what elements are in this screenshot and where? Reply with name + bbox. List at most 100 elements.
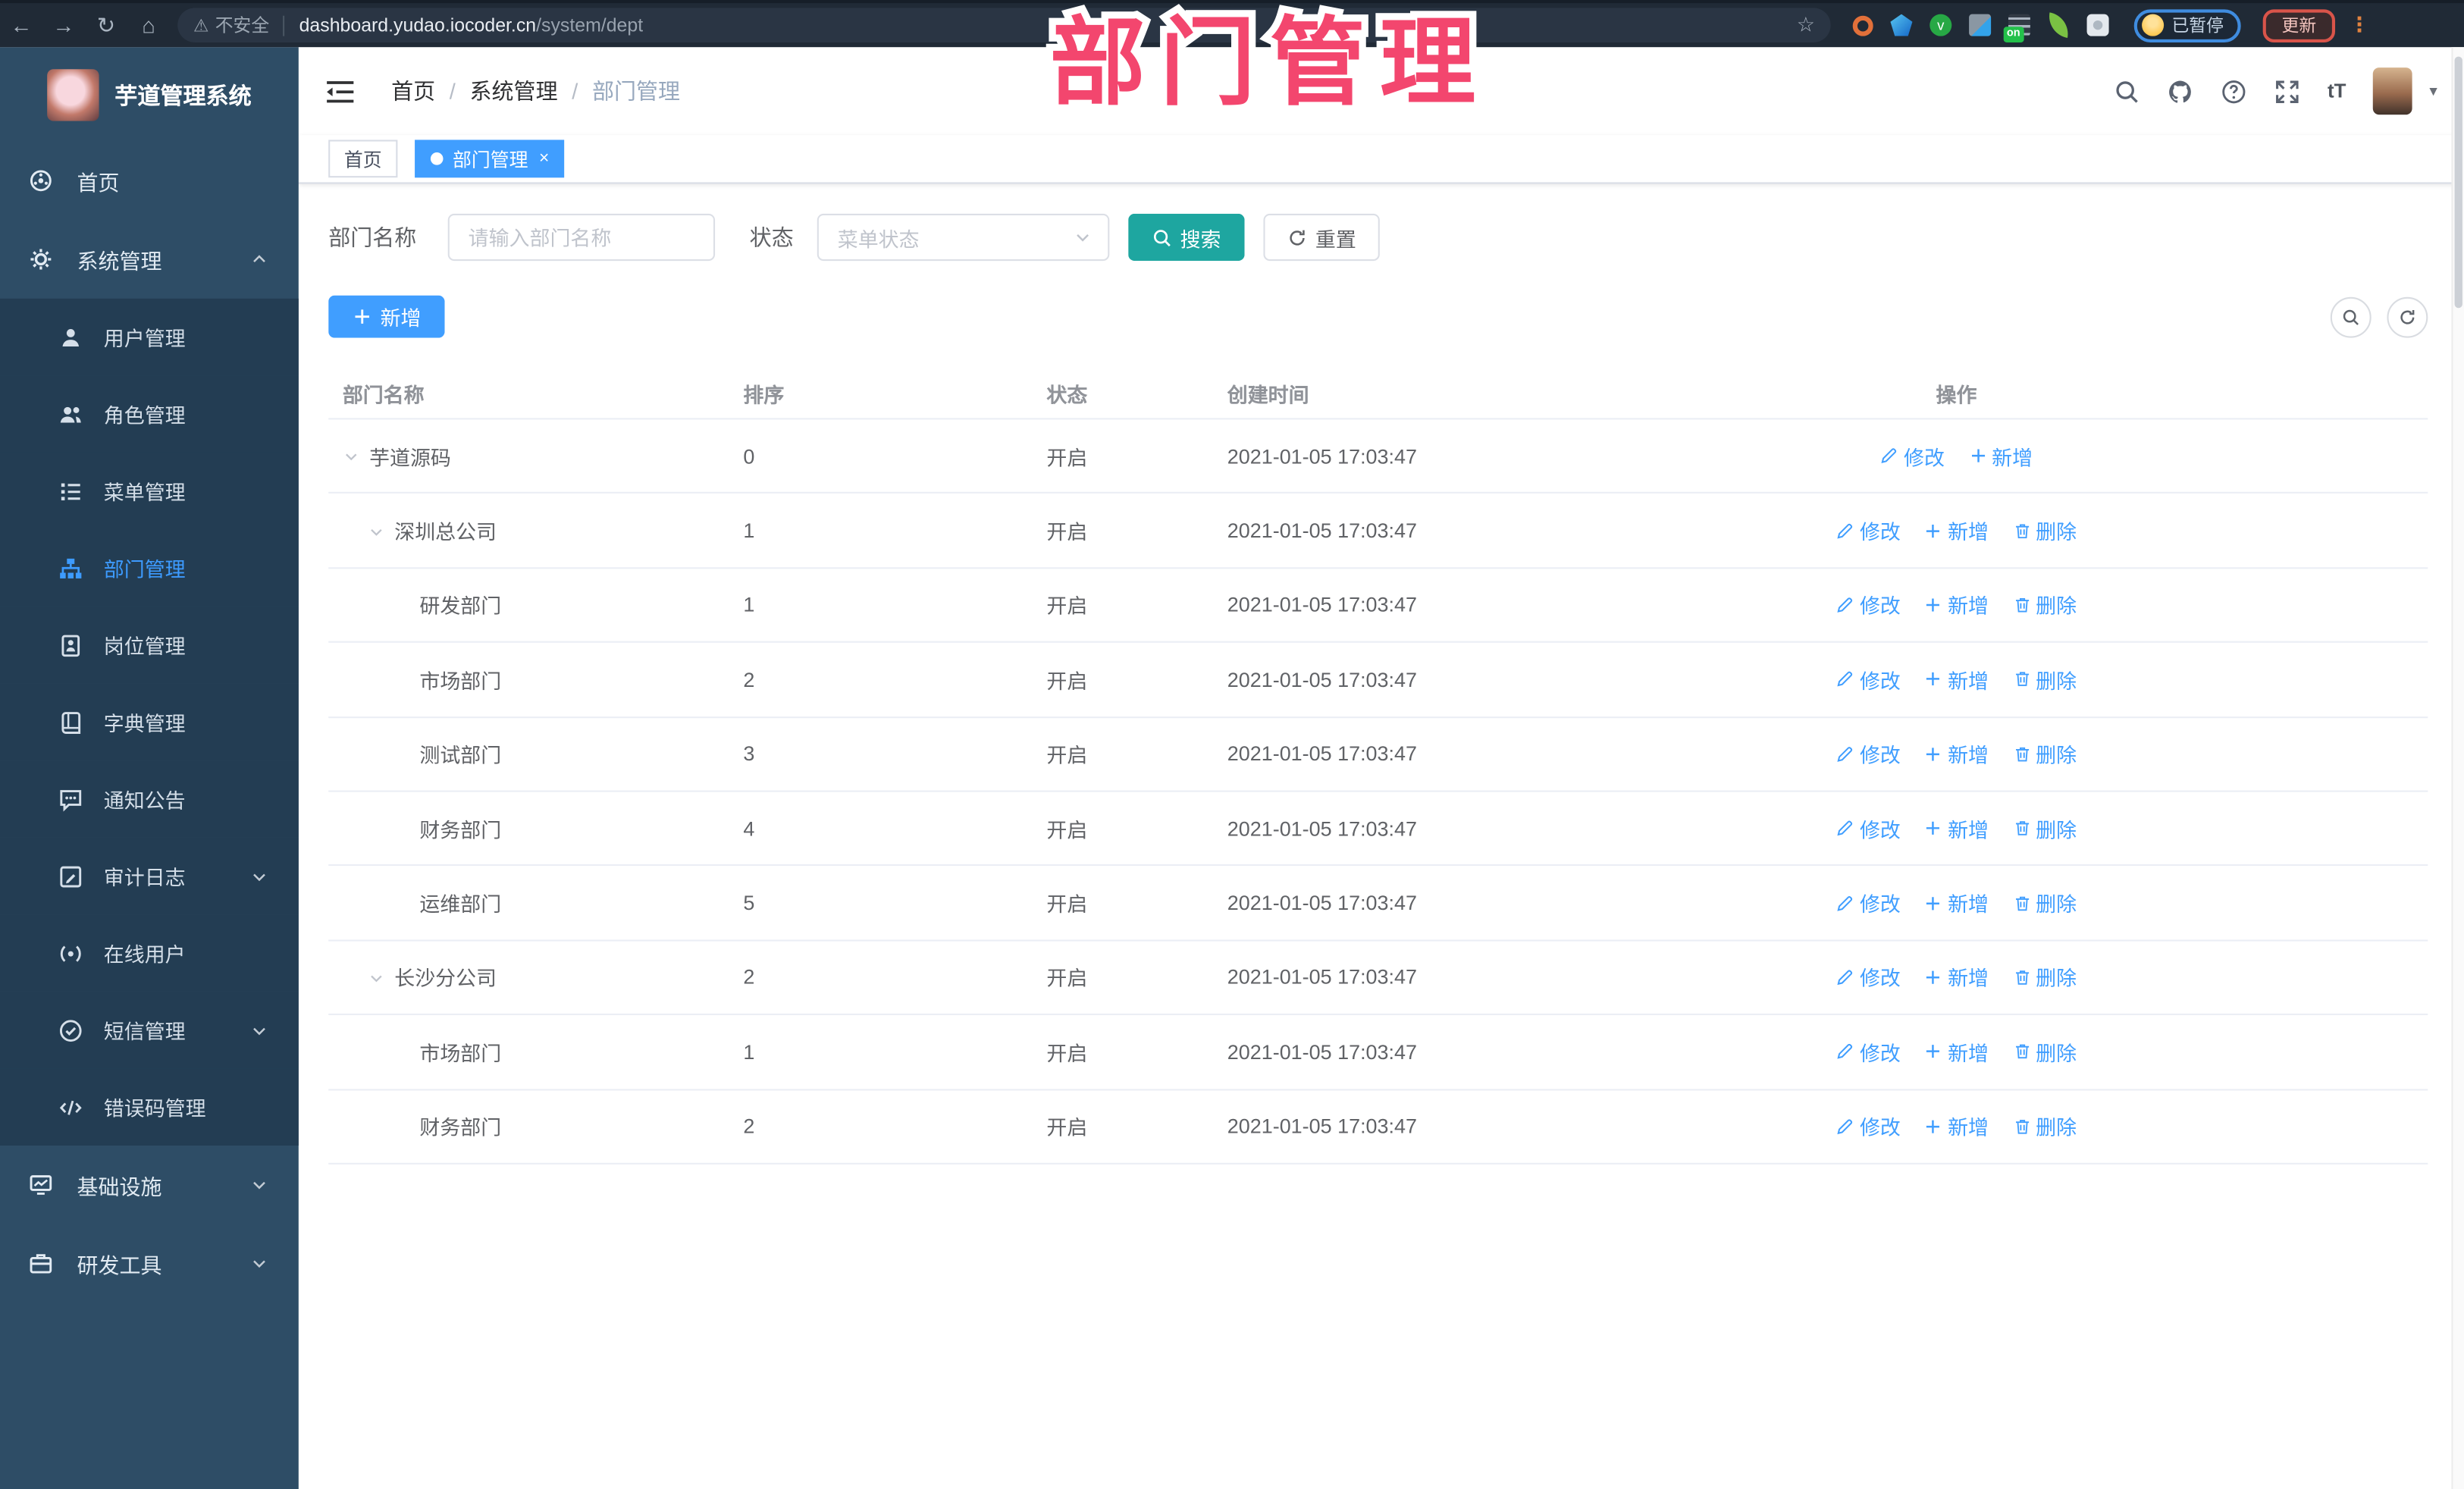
help-icon[interactable]	[2221, 78, 2247, 105]
sidebar-item-infra[interactable]: 基础设施	[0, 1146, 299, 1224]
sidebar-item-dict[interactable]: 字典管理	[0, 683, 299, 761]
trash-icon	[2012, 744, 2031, 763]
sidebar-item-sms[interactable]: 短信管理	[0, 991, 299, 1069]
edit-action-link[interactable]: 修改	[1836, 813, 1901, 843]
sidebar-item-dept[interactable]: 部门管理	[0, 529, 299, 607]
expand-caret-icon[interactable]	[368, 968, 394, 987]
expand-caret-icon[interactable]	[368, 521, 394, 540]
add-action-link[interactable]: 新增	[1924, 590, 1989, 619]
delete-action-link[interactable]: 删除	[2012, 516, 2077, 545]
close-icon[interactable]: ×	[539, 149, 549, 168]
add-action-link[interactable]: 新增	[1924, 664, 1989, 694]
edit-action-link[interactable]: 修改	[1836, 664, 1901, 694]
sidebar-item-audit[interactable]: 审计日志	[0, 837, 299, 915]
delete-action-link[interactable]: 删除	[2012, 664, 2077, 694]
add-button[interactable]: 新增	[328, 295, 445, 338]
edit-action-link[interactable]: 修改	[1880, 441, 1945, 471]
forward-icon[interactable]: →	[42, 13, 85, 38]
edit-action-link[interactable]: 修改	[1836, 1037, 1901, 1067]
dept-name-input[interactable]	[447, 213, 716, 262]
action-label: 修改	[1859, 892, 1901, 917]
browser-menu-icon[interactable]: ⋮	[2350, 13, 2370, 38]
hamburger-icon[interactable]	[325, 80, 355, 103]
table-toolbar: 新增	[328, 295, 2428, 338]
add-action-link[interactable]: 新增	[1924, 888, 1989, 917]
sidebar-item-tools[interactable]: 研发工具	[0, 1224, 299, 1303]
sidebar-item-post[interactable]: 岗位管理	[0, 607, 299, 684]
white-puzzle-extension-icon[interactable]	[2086, 14, 2109, 36]
action-label: 修改	[1859, 669, 1901, 693]
search-icon[interactable]	[2114, 78, 2140, 105]
dept-name-cell: 市场部门	[328, 1037, 729, 1067]
delete-action-link[interactable]: 删除	[2012, 813, 2077, 843]
add-action-link[interactable]: 新增	[1968, 441, 2033, 471]
row-actions: 修改 新增 删除	[1485, 813, 2428, 843]
sidebar-item-user[interactable]: 用户管理	[0, 298, 299, 376]
breadcrumb-home[interactable]: 首页	[391, 75, 435, 106]
dark-lines-extension-icon[interactable]: on	[2003, 14, 2030, 42]
page-tab[interactable]: 首页	[328, 139, 398, 178]
bookmark-star-icon[interactable]: ☆	[1797, 13, 1815, 38]
page-tab[interactable]: 部门管理 ×	[415, 139, 566, 178]
user-avatar[interactable]	[2372, 67, 2412, 115]
show-search-button[interactable]	[2330, 296, 2372, 337]
edit-action-link[interactable]: 修改	[1836, 739, 1901, 769]
edit-action-link[interactable]: 修改	[1836, 590, 1901, 619]
blue-gem-extension-icon[interactable]	[1890, 14, 1913, 36]
grey-grid-extension-icon[interactable]	[1969, 14, 1992, 36]
created-time: 2021-01-05 17:03:47	[1227, 817, 1417, 841]
add-action-link[interactable]: 新增	[1924, 813, 1989, 843]
sidebar-item-home[interactable]: 首页	[0, 142, 299, 221]
table-row: 芋道源码 0 开启 2021-01-05 17:03:47 修改 新增	[328, 419, 2428, 494]
reset-button[interactable]: 重置	[1263, 213, 1380, 262]
dropdown-caret-icon[interactable]: ▾	[2429, 83, 2437, 100]
green-sprout-extension-icon[interactable]	[2045, 12, 2072, 38]
fullscreen-icon[interactable]	[2274, 78, 2301, 105]
sidebar-item-menu[interactable]: 菜单管理	[0, 452, 299, 530]
font-size-icon[interactable]: tT	[2328, 80, 2346, 102]
breadcrumb-system[interactable]: 系统管理	[470, 75, 558, 106]
expand-caret-icon[interactable]	[343, 447, 369, 466]
refresh-table-button[interactable]	[2387, 296, 2428, 337]
edit-action-link[interactable]: 修改	[1836, 516, 1901, 545]
add-action-link[interactable]: 新增	[1924, 1037, 1989, 1067]
add-button-label: 新增	[380, 306, 422, 331]
back-icon[interactable]: ←	[0, 13, 42, 38]
browser-update-button[interactable]: 更新	[2262, 8, 2336, 42]
edit-action-link[interactable]: 修改	[1836, 888, 1901, 917]
dept-name: 运维部门	[419, 892, 502, 917]
status-select[interactable]: 菜单状态	[817, 213, 1110, 262]
orange-ring-extension-icon[interactable]	[1852, 14, 1873, 36]
sidebar-item-notice[interactable]: 通知公告	[0, 760, 299, 838]
delete-action-link[interactable]: 删除	[2012, 1111, 2077, 1141]
row-actions: 修改 新增 删除	[1485, 1037, 2428, 1067]
reload-icon[interactable]: ↻	[85, 12, 127, 39]
add-action-link[interactable]: 新增	[1924, 1111, 1989, 1141]
add-action-link[interactable]: 新增	[1924, 739, 1989, 769]
delete-action-link[interactable]: 删除	[2012, 739, 2077, 769]
delete-action-link[interactable]: 删除	[2012, 962, 2077, 992]
add-action-link[interactable]: 新增	[1924, 516, 1989, 545]
created-time: 2021-01-05 17:03:47	[1227, 965, 1417, 989]
profile-paused-badge[interactable]: 已暂停	[2133, 8, 2241, 42]
delete-action-link[interactable]: 删除	[2012, 590, 2077, 619]
edit-action-link[interactable]: 修改	[1836, 962, 1901, 992]
topbar-actions: tT ▾	[2114, 67, 2437, 115]
home-icon[interactable]: ⌂	[127, 13, 170, 38]
vertical-scrollbar[interactable]	[2451, 47, 2464, 1489]
add-action-link[interactable]: 新增	[1924, 962, 1989, 992]
delete-action-link[interactable]: 删除	[2012, 888, 2077, 917]
search-button[interactable]: 搜索	[1128, 213, 1245, 262]
green-check-extension-icon[interactable]: v	[1930, 14, 1952, 36]
edit-action-link[interactable]: 修改	[1836, 1111, 1901, 1141]
sidebar-item-label: 部门管理	[103, 557, 186, 581]
sidebar-item-role[interactable]: 角色管理	[0, 375, 299, 453]
sidebar-item-system[interactable]: 系统管理	[0, 220, 299, 299]
sidebar-item-errcode[interactable]: 错误码管理	[0, 1068, 299, 1146]
app-logo-row[interactable]: 芋道管理系统	[0, 47, 299, 141]
delete-action-link[interactable]: 删除	[2012, 1037, 2077, 1067]
scrollbar-thumb[interactable]	[2454, 56, 2462, 309]
sidebar-item-online[interactable]: 在线用户	[0, 914, 299, 992]
address-bar[interactable]: ⚠ 不安全 dashboard.yudao.iocoder.cn/system/…	[177, 8, 1831, 42]
github-icon[interactable]	[2168, 78, 2194, 105]
